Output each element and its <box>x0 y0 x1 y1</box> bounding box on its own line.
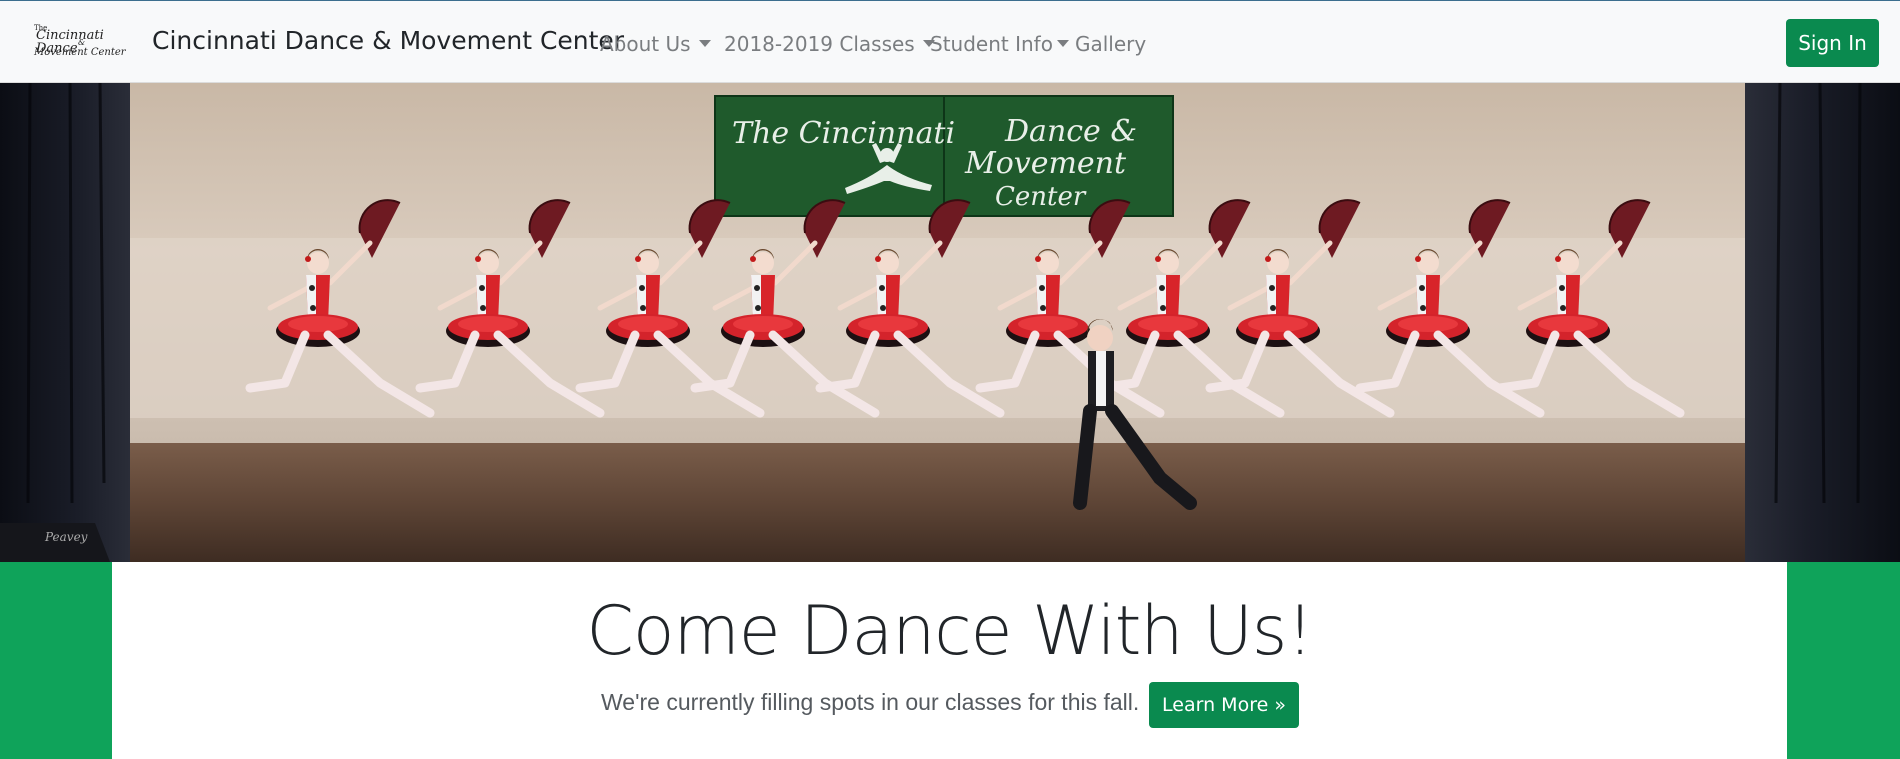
nav-label-student-info: Student Info <box>930 32 1053 56</box>
nav-item-student-info[interactable]: Student Info <box>930 32 1069 56</box>
banner-text-line2: Dance & <box>1004 114 1137 149</box>
nav-label-classes: 2018-2019 Classes <box>724 32 915 56</box>
banner-text-line4: Center <box>995 182 1087 212</box>
chevron-down-icon <box>1056 40 1069 47</box>
banner-text-line3: Movement <box>964 146 1127 181</box>
site-brand-name[interactable]: Cincinnati Dance & Movement Center <box>152 26 624 55</box>
top-navbar: The Cincinnati Dance & Movement Center C… <box>0 0 1900 83</box>
jumbotron: Come Dance With Us! We're currently fill… <box>112 562 1787 759</box>
right-green-border <box>1787 562 1900 759</box>
nav-item-gallery[interactable]: Gallery <box>1075 32 1146 56</box>
studio-banner: The Cincinnati Dance & Movement Center <box>714 95 1174 217</box>
logo-text-ampersand: & <box>78 38 86 47</box>
logo-text-movement-center: Movement Center <box>34 47 126 58</box>
sign-in-button[interactable]: Sign In <box>1786 19 1879 67</box>
hero-photo: Peavey The Cincinnati Dance & Movement C… <box>0 83 1900 562</box>
lead-text: We're currently filling spots in our cla… <box>601 689 1140 715</box>
left-green-border <box>0 562 112 759</box>
nav-label-about-us: About Us <box>600 32 691 56</box>
speaker-brand-label: Peavey <box>44 530 88 544</box>
site-logo[interactable]: The Cincinnati Dance & Movement Center <box>34 25 130 61</box>
page-headline: Come Dance With Us! <box>586 592 1313 671</box>
banner-text-line1: The Cincinnati <box>732 116 955 151</box>
dance-recital-photo: Peavey The Cincinnati Dance & Movement C… <box>0 83 1900 562</box>
chevron-down-icon <box>698 40 711 47</box>
nav-label-gallery: Gallery <box>1075 32 1147 56</box>
nav-item-classes[interactable]: 2018-2019 Classes <box>724 32 935 56</box>
learn-more-button[interactable]: Learn More » <box>1149 682 1299 728</box>
nav-item-about-us[interactable]: About Us <box>600 32 711 56</box>
